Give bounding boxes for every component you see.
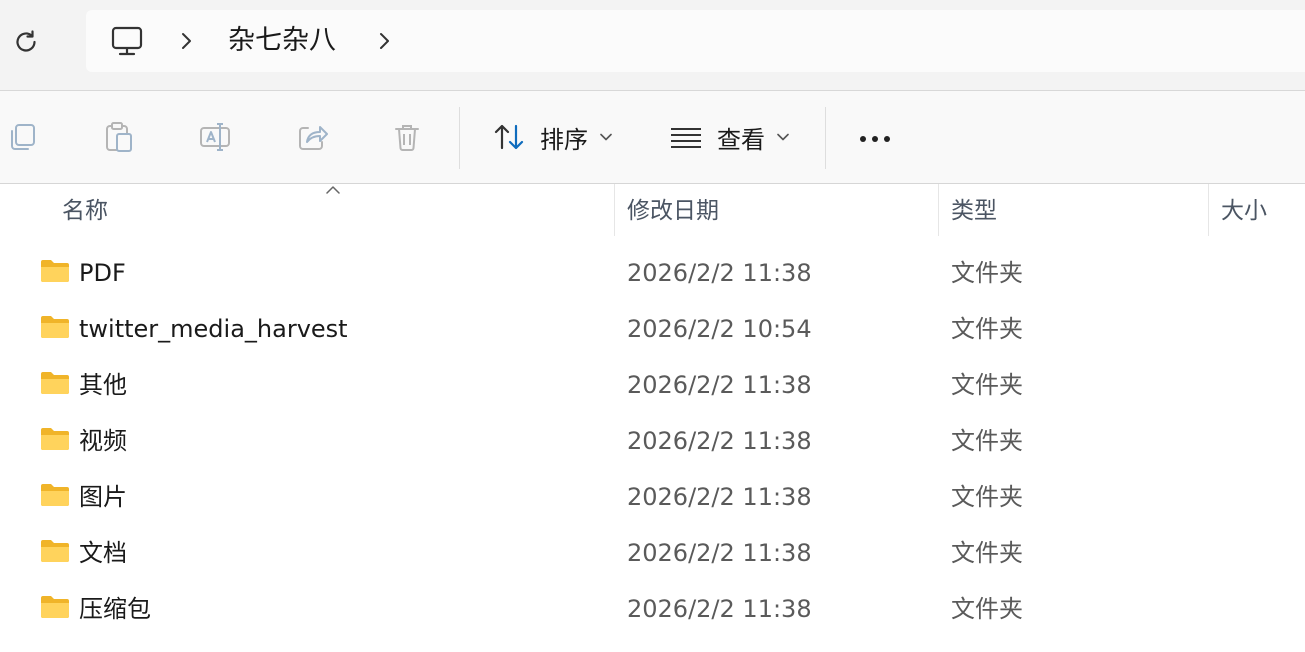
address-box[interactable]: 杂七杂八 [86,10,1305,72]
file-row[interactable]: 文档 2026/2/2 11:38 文件夹 [0,525,1305,581]
file-row[interactable]: PDF 2026/2/2 11:38 文件夹 [0,245,1305,301]
folder-icon [41,596,69,618]
file-name: 视频 [79,427,127,455]
file-list: PDF 2026/2/2 11:38 文件夹 twitter_media_har… [0,245,1305,637]
file-row[interactable]: twitter_media_harvest 2026/2/2 10:54 文件夹 [0,301,1305,357]
file-row[interactable]: 压缩包 2026/2/2 11:38 文件夹 [0,581,1305,637]
file-name: 其他 [79,371,127,399]
column-divider[interactable] [1208,184,1209,236]
column-header-name[interactable]: 名称 [62,196,108,226]
copy-button[interactable] [4,119,40,155]
file-type: 文件夹 [951,371,1023,399]
paste-button[interactable] [101,119,137,155]
sort-button[interactable]: 排序 [492,117,612,157]
delete-icon [395,125,419,151]
refresh-button[interactable] [8,24,44,60]
file-name: PDF [79,259,126,287]
breadcrumb-separator[interactable] [176,29,196,53]
rename-button[interactable] [197,119,233,155]
rename-icon [200,123,230,151]
column-divider[interactable] [938,184,939,236]
copy-icon [11,124,35,150]
file-type: 文件夹 [951,539,1023,567]
file-name: twitter_media_harvest [79,315,348,343]
chevron-down-icon [600,133,612,141]
file-type: 文件夹 [951,259,1023,287]
more-options-button[interactable] [850,121,900,157]
file-date: 2026/2/2 11:38 [627,483,812,511]
refresh-icon [16,30,36,52]
share-button[interactable] [294,119,330,155]
share-icon [299,126,328,150]
file-date: 2026/2/2 11:38 [627,371,812,399]
breadcrumb-current-folder[interactable]: 杂七杂八 [228,24,336,58]
folder-icon [41,484,69,506]
folder-icon [41,260,69,282]
breadcrumb-separator[interactable] [374,29,394,53]
sort-label: 排序 [540,125,588,154]
command-bar: 排序 查看 [0,91,1305,184]
toolbar-divider [459,107,460,169]
folder-icon [41,540,69,562]
chevron-right-icon [182,33,191,49]
view-icon [671,128,701,148]
paste-icon [106,122,132,152]
column-divider[interactable] [614,184,615,236]
file-name: 图片 [79,483,127,511]
file-name: 压缩包 [79,595,151,623]
this-pc-button[interactable] [110,24,144,58]
address-bar-area: 杂七杂八 [0,0,1305,91]
file-row[interactable]: 图片 2026/2/2 11:38 文件夹 [0,469,1305,525]
file-date: 2026/2/2 11:38 [627,539,812,567]
more-icon [860,136,890,142]
folder-icon [41,372,69,394]
sort-icon [494,124,524,150]
file-date: 2026/2/2 11:38 [627,595,812,623]
file-explorer-window: 杂七杂八 排序 查看 名称 修改日期 类型 大小 PDF 2026/2/2 11… [0,0,1305,652]
chevron-right-icon [380,33,389,49]
file-date: 2026/2/2 11:38 [627,259,812,287]
computer-icon [111,26,143,56]
view-button[interactable]: 查看 [669,117,789,157]
folder-icon [41,316,69,338]
file-type: 文件夹 [951,483,1023,511]
file-date: 2026/2/2 11:38 [627,427,812,455]
column-header-size[interactable]: 大小 [1221,196,1267,226]
file-row[interactable]: 视频 2026/2/2 11:38 文件夹 [0,413,1305,469]
file-type: 文件夹 [951,315,1023,343]
file-type: 文件夹 [951,595,1023,623]
column-header-type[interactable]: 类型 [951,196,997,226]
sort-ascending-icon [325,184,341,196]
column-header-row: 名称 修改日期 类型 大小 [0,184,1305,236]
folder-icon [41,428,69,450]
file-date: 2026/2/2 10:54 [627,315,812,343]
chevron-down-icon [777,133,789,141]
toolbar-divider [825,107,826,169]
column-header-date[interactable]: 修改日期 [627,196,719,226]
file-type: 文件夹 [951,427,1023,455]
file-row[interactable]: 其他 2026/2/2 11:38 文件夹 [0,357,1305,413]
file-name: 文档 [79,539,127,567]
view-label: 查看 [717,125,765,154]
delete-button[interactable] [389,119,425,155]
